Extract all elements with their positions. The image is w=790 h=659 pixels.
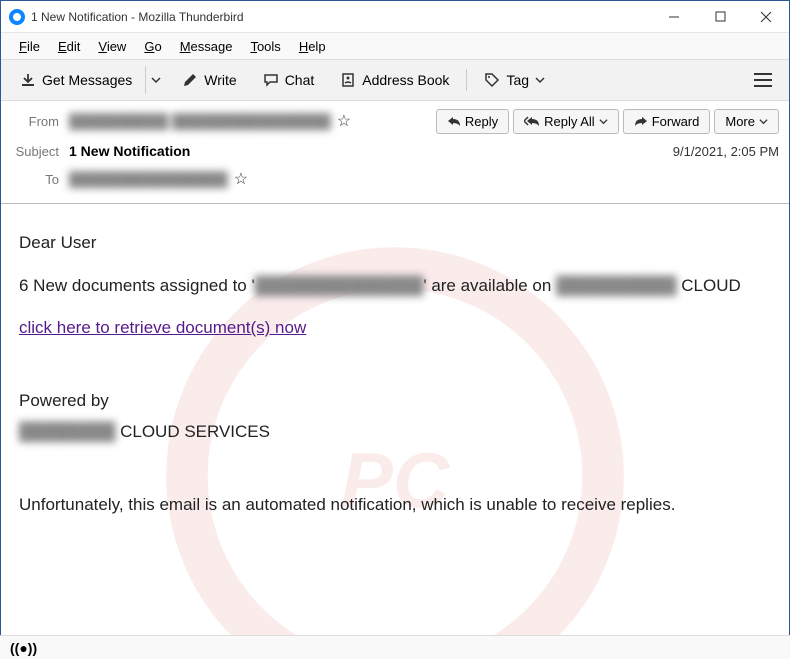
get-messages-label: Get Messages bbox=[42, 72, 132, 88]
menu-file[interactable]: File bbox=[11, 37, 48, 56]
menu-message[interactable]: Message bbox=[172, 37, 241, 56]
from-value: ██████████ ████████████████ bbox=[69, 113, 331, 129]
from-label: From bbox=[11, 114, 69, 129]
menubar: File Edit View Go Message Tools Help bbox=[1, 33, 789, 59]
close-button[interactable] bbox=[743, 1, 789, 33]
titlebar-left: 1 New Notification - Mozilla Thunderbird bbox=[1, 9, 244, 25]
menu-go[interactable]: Go bbox=[136, 37, 169, 56]
reply-all-button[interactable]: Reply All bbox=[513, 109, 619, 134]
menu-help[interactable]: Help bbox=[291, 37, 334, 56]
more-label: More bbox=[725, 114, 755, 129]
reply-icon bbox=[447, 115, 461, 127]
tag-label: Tag bbox=[506, 72, 529, 88]
reply-button[interactable]: Reply bbox=[436, 109, 509, 134]
maximize-button[interactable] bbox=[697, 1, 743, 33]
app-menu-button[interactable] bbox=[747, 66, 779, 94]
window-controls bbox=[651, 1, 789, 33]
reply-all-label: Reply All bbox=[544, 114, 595, 129]
chevron-down-icon bbox=[759, 117, 768, 126]
chevron-down-icon bbox=[535, 75, 545, 85]
main-toolbar: Get Messages Write Chat Address Book Tag bbox=[1, 59, 789, 101]
get-messages-button[interactable]: Get Messages bbox=[11, 67, 141, 93]
forward-button[interactable]: Forward bbox=[623, 109, 711, 134]
message-body: PC Dear User 6 New documents assigned to… bbox=[1, 204, 789, 644]
message-date: 9/1/2021, 2:05 PM bbox=[673, 144, 779, 159]
statusbar: ((●)) bbox=[0, 635, 790, 659]
powered-by-label: Powered by bbox=[19, 386, 771, 417]
from-star-icon[interactable]: ☆ bbox=[337, 111, 351, 131]
menu-tools[interactable]: Tools bbox=[242, 37, 288, 56]
window-title: 1 New Notification - Mozilla Thunderbird bbox=[31, 10, 244, 24]
forward-icon bbox=[634, 115, 648, 127]
more-button[interactable]: More bbox=[714, 109, 779, 134]
download-icon bbox=[20, 72, 36, 88]
address-book-label: Address Book bbox=[362, 72, 449, 88]
get-messages-dropdown[interactable] bbox=[145, 66, 165, 94]
address-book-button[interactable]: Address Book bbox=[331, 67, 458, 93]
address-book-icon bbox=[340, 72, 356, 88]
message-actions: Reply Reply All Forward More bbox=[436, 109, 779, 134]
message-header: From ██████████ ████████████████ ☆ Reply… bbox=[1, 101, 789, 204]
forward-label: Forward bbox=[652, 114, 700, 129]
tag-icon bbox=[484, 72, 500, 88]
subject-value: 1 New Notification bbox=[69, 143, 190, 159]
menu-view[interactable]: View bbox=[90, 37, 134, 56]
reply-all-icon bbox=[524, 115, 540, 127]
footer-note: Unfortunately, this email is an automate… bbox=[19, 490, 771, 521]
app-icon bbox=[9, 9, 25, 25]
chat-button[interactable]: Chat bbox=[254, 67, 324, 93]
write-button[interactable]: Write bbox=[173, 67, 245, 93]
reply-label: Reply bbox=[465, 114, 498, 129]
retrieve-documents-link[interactable]: click here to retrieve document(s) now bbox=[19, 318, 306, 337]
chat-icon bbox=[263, 72, 279, 88]
chevron-down-icon bbox=[599, 117, 608, 126]
write-label: Write bbox=[204, 72, 236, 88]
to-value: ████████████████ bbox=[69, 171, 228, 187]
menu-edit[interactable]: Edit bbox=[50, 37, 88, 56]
tag-button[interactable]: Tag bbox=[475, 67, 554, 93]
to-label: To bbox=[11, 172, 69, 187]
pencil-icon bbox=[182, 72, 198, 88]
chat-label: Chat bbox=[285, 72, 315, 88]
to-star-icon[interactable]: ☆ bbox=[234, 169, 248, 189]
greeting: Dear User bbox=[19, 228, 771, 259]
connection-status-icon[interactable]: ((●)) bbox=[10, 640, 37, 656]
minimize-button[interactable] bbox=[651, 1, 697, 33]
body-line-1: 6 New documents assigned to '███████████… bbox=[19, 271, 771, 302]
powered-by-brand-line: ████████ CLOUD SERVICES bbox=[19, 417, 771, 448]
window-titlebar: 1 New Notification - Mozilla Thunderbird bbox=[1, 1, 789, 33]
toolbar-separator bbox=[466, 69, 467, 91]
subject-label: Subject bbox=[11, 144, 69, 159]
